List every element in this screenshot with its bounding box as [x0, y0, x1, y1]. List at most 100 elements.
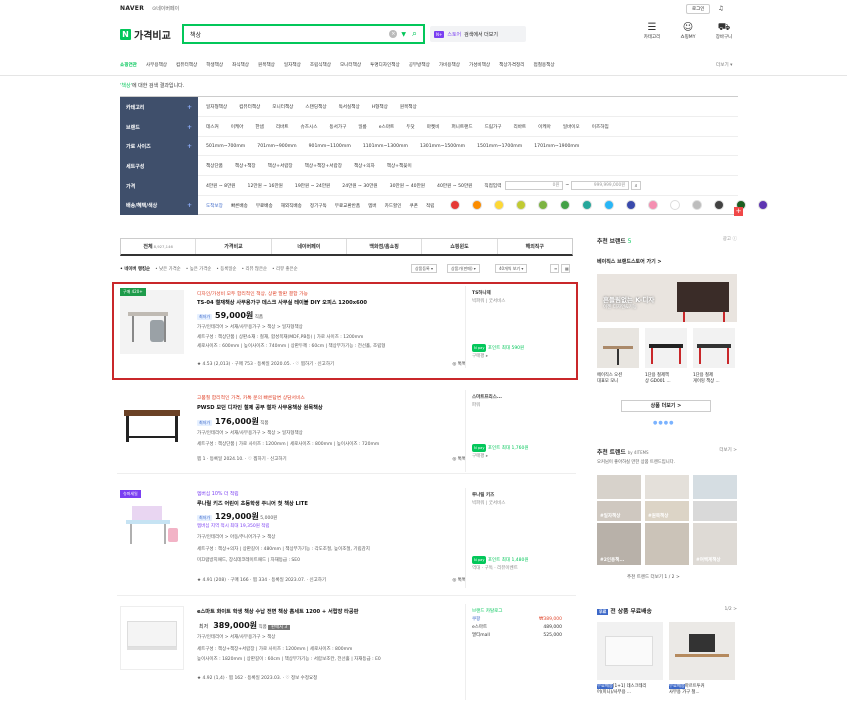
filter-option[interactable]: 한샘 — [255, 124, 263, 130]
product-price[interactable]: 176,000원 — [215, 417, 259, 426]
filter-label-set[interactable]: 세트구성 — [120, 156, 198, 176]
catnav-item[interactable]: 가비용책상 — [439, 62, 460, 68]
color-swatch[interactable] — [758, 199, 769, 210]
color-swatch[interactable] — [494, 199, 505, 210]
filter-option[interactable]: 책상+책장 — [235, 163, 256, 169]
filter-option[interactable]: 701mm~900mm — [257, 144, 296, 149]
seller-name[interactable]: 스마트프리스... — [472, 394, 528, 402]
product-image[interactable] — [120, 392, 184, 456]
catnav-item[interactable]: 사무용책상 — [146, 62, 167, 68]
price-compare-logo[interactable]: N 가격비교 — [120, 28, 171, 42]
trend-thumb[interactable]: #여백계책상 — [693, 523, 737, 565]
trend-thumb[interactable] — [693, 475, 737, 499]
filter-option[interactable]: 마켓비 — [427, 124, 440, 130]
filter-option[interactable]: 멤버 — [368, 203, 376, 209]
trend-thumb[interactable] — [645, 475, 689, 499]
shopping-my-button[interactable]: ☺ 쇼핑MY — [674, 22, 702, 40]
catnav-item[interactable]: 조립식책상 — [310, 62, 331, 68]
filter-option[interactable]: 이케아 — [538, 124, 551, 130]
filter-option[interactable]: 퍼니트랜드 — [451, 124, 472, 130]
color-swatch[interactable] — [604, 199, 615, 210]
brand-catalog-label[interactable]: 브랜드 카탈로그 — [472, 608, 562, 616]
filter-option[interactable]: 쿠폰 — [409, 203, 417, 209]
sort-option[interactable]: • 리뷰 좋은순 — [272, 266, 298, 272]
catnav-item[interactable]: 가성비책상 — [469, 62, 490, 68]
sort-option[interactable]: • 높은 가격순 — [186, 266, 212, 272]
filter-label-brand[interactable]: 브랜드 + — [120, 117, 198, 137]
search-icon[interactable]: ⌕ — [412, 29, 417, 39]
filter-option[interactable]: 해외직배송 — [281, 203, 302, 209]
filter-option[interactable]: 도착보장 — [206, 203, 223, 209]
catnav-item[interactable]: 공부방책상 — [409, 62, 430, 68]
filter-option[interactable]: 1701mm~1900mm — [534, 144, 579, 149]
product-image[interactable] — [120, 606, 184, 670]
product-image[interactable] — [120, 490, 184, 554]
filter-label-category[interactable]: 카테고리 + — [120, 97, 198, 117]
more-products-button[interactable]: 상품 더보기 > — [621, 400, 711, 412]
filter-label-price[interactable]: 가격 — [120, 176, 198, 196]
color-swatch[interactable] — [450, 199, 461, 210]
color-swatch[interactable] — [560, 199, 571, 210]
login-button[interactable]: 로그인 — [686, 4, 711, 14]
cart-button[interactable]: ⛟ 장바구니 — [710, 22, 738, 40]
filter-reset-button[interactable]: + — [734, 207, 743, 216]
mall-name[interactable]: 멀티mall — [472, 632, 490, 640]
color-swatch[interactable] — [582, 199, 593, 210]
notification-icon[interactable]: ♫ — [716, 5, 726, 13]
tab-window[interactable]: 쇼핑윈도 — [422, 239, 498, 254]
sort-option[interactable]: • 낮은 가격순 — [155, 266, 181, 272]
page-size-select[interactable]: 40개씩 보기 ▾ — [495, 264, 528, 273]
filter-option[interactable]: 드림가구 — [485, 124, 502, 130]
color-swatch[interactable] — [714, 199, 725, 210]
color-swatch[interactable] — [670, 199, 681, 210]
filter-option[interactable]: 1101mm~1300mm — [363, 144, 408, 149]
filter-option[interactable]: 무료배송 — [256, 203, 273, 209]
filter-option[interactable]: 일바이오 — [563, 124, 580, 130]
filter-option[interactable]: H형책상 — [372, 104, 388, 110]
product-item[interactable]: 고품질 합리적인 가격, 카톡 문의 빠른답변 상담서비스 PWSD 모던 디자… — [117, 386, 576, 474]
product-title[interactable]: e스마트 화이트 학생 책상 수납 전면 책상 홈세트 1200 + 서랍장 타… — [197, 608, 358, 615]
trend-thumb[interactable] — [645, 523, 689, 565]
filter-option[interactable]: 정기구독 — [310, 203, 327, 209]
filter-option[interactable]: 이즈하임 — [592, 124, 609, 130]
product-price[interactable]: 389,000원 — [213, 621, 257, 630]
product-title[interactable]: PWSD 모던 디자인 철제 공부 철자 사무용책상 원목책상 — [197, 404, 323, 411]
trend-thumb[interactable] — [597, 475, 641, 499]
trend-thumb[interactable]: #일자책상 — [597, 501, 641, 521]
catnav-item[interactable]: 책상가격정리 — [499, 62, 524, 68]
filter-option[interactable]: 501mm~700mm — [206, 144, 245, 149]
color-swatch[interactable] — [626, 199, 637, 210]
expand-icon[interactable]: + — [187, 104, 192, 111]
mall-count-button[interactable]: 판매처 3 — [268, 625, 291, 630]
talk-button[interactable]: ◎ 톡톡 — [452, 456, 466, 462]
filter-option[interactable]: 이케아 — [231, 124, 244, 130]
color-swatch[interactable] — [472, 199, 483, 210]
filter-option[interactable]: 책상단품 — [206, 163, 223, 169]
expand-icon[interactable]: + — [187, 202, 192, 209]
filter-option[interactable]: 독서실책상 — [339, 104, 360, 110]
brand-store-link[interactable]: 베이직스 브랜드스토어 가기 > — [597, 258, 662, 265]
filter-option[interactable]: 원목책상 — [400, 104, 417, 110]
filter-option[interactable]: 책상+서랍장 — [268, 163, 293, 169]
search-options-icon[interactable]: ▼ — [401, 31, 406, 38]
max-price-input[interactable]: 999,999,000원 — [571, 181, 630, 190]
min-price-input[interactable]: 0원 — [505, 181, 564, 190]
product-item[interactable]: 슈퍼세일 멤버십 10% 더 적립 루나릴 키즈 어린이 초등학생 주니어 첫 … — [117, 484, 576, 596]
filter-option[interactable]: 1301mm~1500mm — [420, 144, 465, 149]
tab-all[interactable]: 전체 8,927,146 — [121, 239, 197, 254]
filter-option[interactable]: 무료교환반품 — [335, 203, 360, 209]
filter-option[interactable]: 리바트 — [513, 124, 526, 130]
tab-naverpay[interactable]: 네이버페이 — [272, 239, 347, 254]
category-menu-button[interactable]: ☰ 카테고리 — [638, 22, 666, 40]
filter-option[interactable]: 4만원 ~ 8만원 — [206, 183, 236, 189]
store-search-button[interactable]: N+ 스토어 검색에서 더보기 — [430, 26, 526, 42]
panel-pager[interactable]: 1/2 > — [725, 607, 737, 612]
color-swatch[interactable] — [516, 199, 527, 210]
filter-option[interactable]: 19만원 ~ 24만원 — [295, 183, 330, 189]
catnav-item[interactable]: 모니터책상 — [340, 62, 361, 68]
catnav-item[interactable]: 접철용책상 — [533, 62, 554, 68]
color-swatch[interactable] — [538, 199, 549, 210]
naver-home-link[interactable]: NAVER — [120, 5, 144, 12]
filter-option[interactable]: 12만원 ~ 16만원 — [248, 183, 283, 189]
filter-option[interactable]: 1501mm~1700mm — [477, 144, 522, 149]
